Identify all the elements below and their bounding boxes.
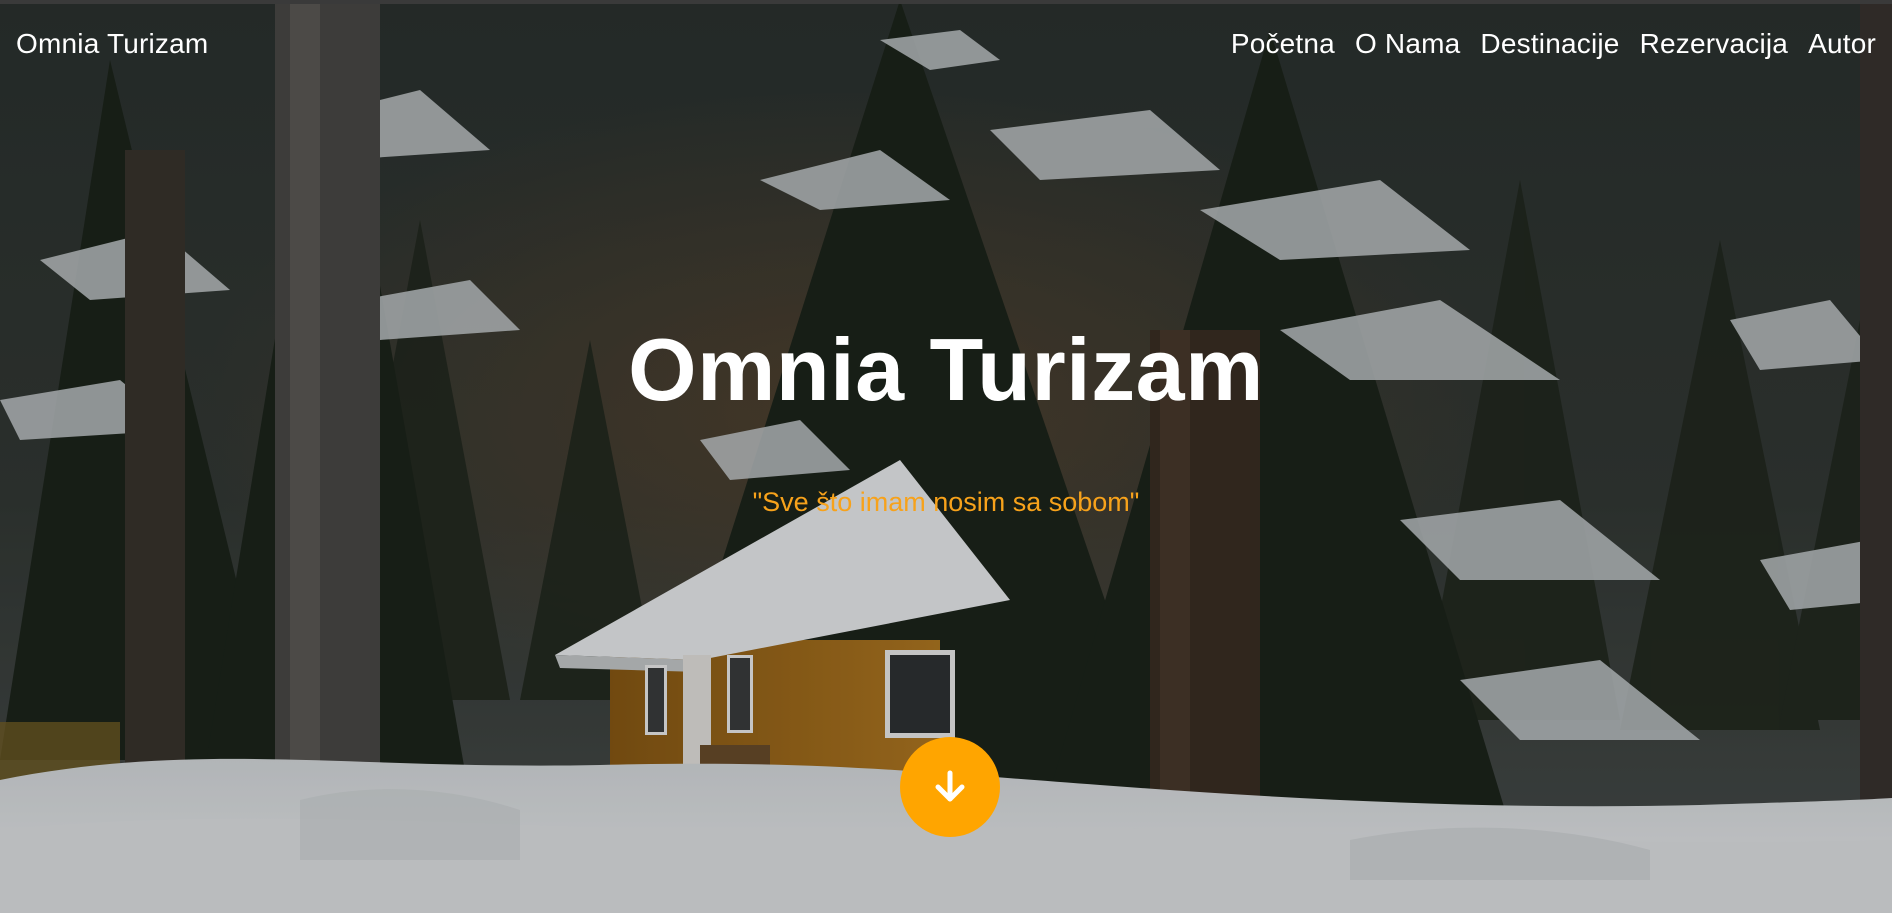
nav-item-autor[interactable]: Autor: [1808, 28, 1876, 60]
hero-quote: "Sve što imam nosim sa sobom": [752, 487, 1140, 517]
nav-item-destinacije[interactable]: Destinacije: [1480, 28, 1619, 60]
nav-item-pocetna[interactable]: Početna: [1231, 28, 1335, 60]
arrow-down-icon: [935, 770, 965, 802]
nav-item-o-nama[interactable]: O Nama: [1355, 28, 1460, 60]
hero-section: Omnia Turizam Početna O Nama Destinacije…: [0, 0, 1892, 913]
hero-title: Omnia Turizam: [628, 320, 1264, 419]
nav-item-rezervacija[interactable]: Rezervacija: [1640, 28, 1788, 60]
scroll-down-button[interactable]: [900, 737, 1000, 837]
nav-links: Početna O Nama Destinacije Rezervacija A…: [1231, 28, 1876, 60]
brand-link[interactable]: Omnia Turizam: [16, 28, 208, 60]
navbar: Omnia Turizam Početna O Nama Destinacije…: [0, 0, 1892, 92]
